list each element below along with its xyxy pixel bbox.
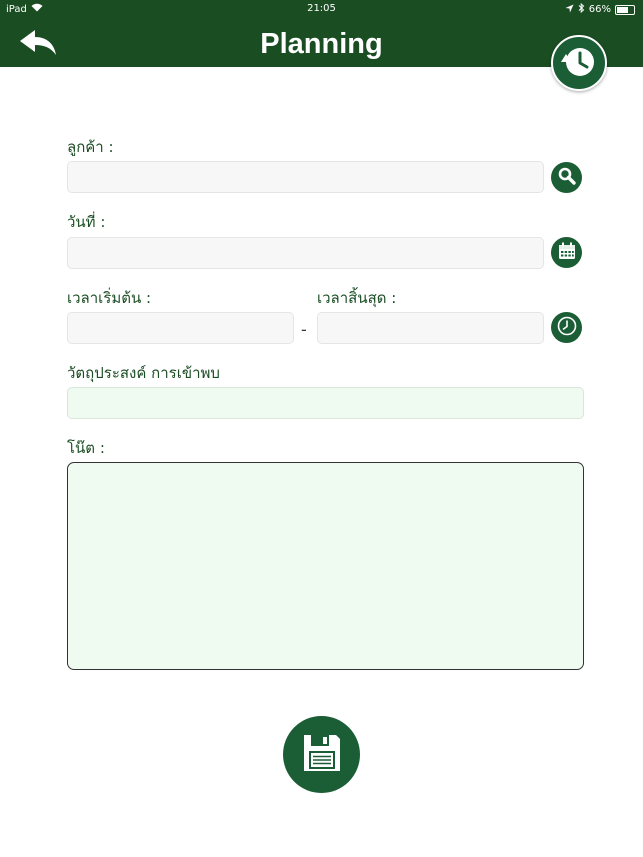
search-icon bbox=[557, 166, 577, 190]
clock-icon bbox=[556, 315, 578, 341]
start-time-input[interactable] bbox=[67, 312, 294, 344]
note-label: โน๊ต : bbox=[67, 439, 105, 457]
device-name: iPad bbox=[6, 3, 27, 15]
customer-search-button[interactable] bbox=[551, 162, 582, 193]
back-button[interactable] bbox=[18, 28, 58, 58]
bluetooth-icon bbox=[578, 2, 585, 16]
calendar-icon bbox=[557, 241, 577, 265]
history-button[interactable] bbox=[551, 35, 607, 91]
history-icon bbox=[559, 41, 599, 85]
battery-fill bbox=[617, 6, 628, 13]
end-time-input[interactable] bbox=[317, 312, 544, 344]
back-arrow-icon bbox=[18, 30, 58, 62]
end-time-label: เวลาสิ้นสุด : bbox=[317, 289, 397, 307]
customer-input[interactable] bbox=[67, 161, 544, 193]
wifi-icon bbox=[31, 3, 43, 15]
start-time-label: เวลาเริ่มต้น : bbox=[67, 289, 152, 307]
location-icon bbox=[565, 3, 574, 16]
time-separator: - bbox=[301, 320, 307, 339]
status-bar: iPad 21:05 66% bbox=[0, 0, 643, 18]
page-title: Planning bbox=[260, 28, 383, 60]
customer-label: ลูกค้า : bbox=[67, 138, 114, 156]
time-picker-button[interactable] bbox=[551, 312, 582, 343]
date-label: วันที่ : bbox=[67, 213, 106, 231]
battery-icon bbox=[615, 4, 635, 15]
date-picker-button[interactable] bbox=[551, 237, 582, 268]
save-button[interactable] bbox=[283, 716, 360, 793]
purpose-label: วัตถุประสงค์ การเข้าพบ bbox=[67, 364, 220, 382]
nav-bar: Planning bbox=[0, 18, 643, 67]
note-textarea[interactable] bbox=[67, 462, 584, 670]
date-input[interactable] bbox=[67, 237, 544, 269]
floppy-disk-icon bbox=[301, 732, 343, 778]
purpose-input[interactable] bbox=[67, 387, 584, 419]
battery-percent: 66% bbox=[588, 4, 611, 15]
status-time: 21:05 bbox=[307, 3, 336, 14]
